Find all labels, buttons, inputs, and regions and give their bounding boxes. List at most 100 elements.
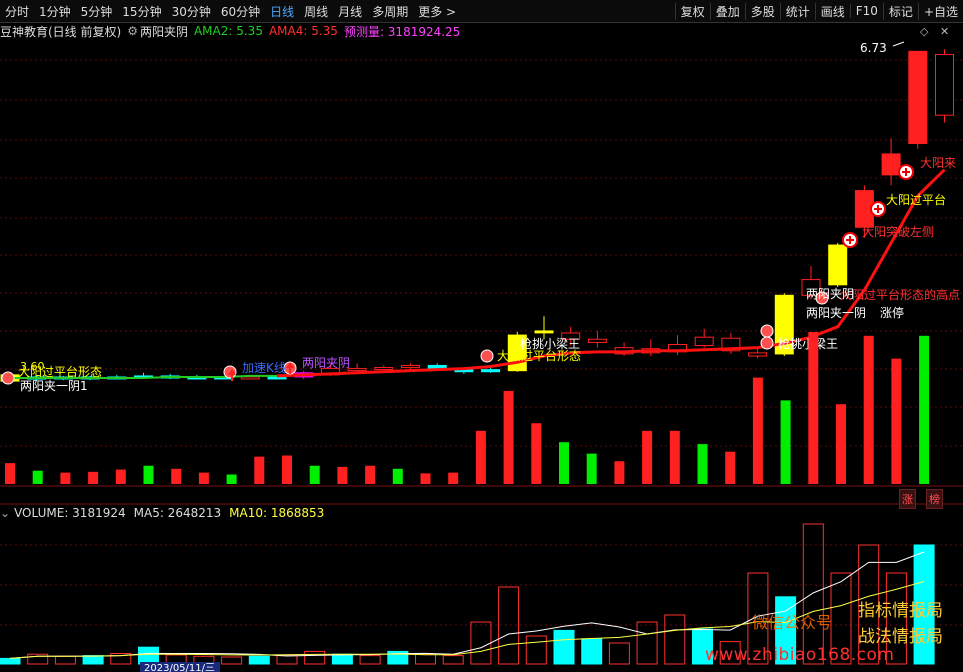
- lower-volume-bar-1: [27, 653, 49, 665]
- volume-bar-31: [863, 335, 874, 484]
- volume-bar-21: [586, 453, 597, 484]
- lower-volume-bar-15: [415, 653, 436, 665]
- candle-body-22: [587, 338, 607, 343]
- candle-body-14: [374, 367, 394, 371]
- ma5-value: MA5: 2648213: [133, 506, 222, 520]
- volume-bar-9: [254, 456, 265, 484]
- lower-volume-bar-17: [470, 621, 492, 665]
- volume-value: VOLUME: 3181924: [14, 506, 126, 520]
- lower-volume-bar-5: [138, 646, 159, 665]
- volume-bar-15: [420, 473, 431, 484]
- lower-volume-bar-9: [248, 655, 270, 665]
- lower-volume-bar-8: [221, 656, 243, 665]
- collapse-chevron-icon[interactable]: ⌄: [0, 506, 10, 520]
- volume-bar-17: [475, 430, 486, 484]
- volume-bar-12: [337, 466, 348, 484]
- watermark-line2b: 战法情报局: [858, 627, 943, 647]
- candle-body-9: [240, 376, 260, 380]
- lower-volume-bar-3: [82, 655, 104, 665]
- volume-bar-19: [531, 423, 542, 484]
- volume-bar-27: [752, 377, 763, 484]
- volume-bar-13: [365, 465, 376, 484]
- volume-bar-10: [282, 455, 292, 484]
- signal-marker-icon-3: [760, 336, 774, 350]
- lower-volume-bar-19: [525, 635, 547, 665]
- volume-bar-32: [891, 358, 902, 484]
- signal-annotation-1: 两阳夹一阴1: [20, 379, 88, 393]
- candle-body-18: [481, 369, 501, 373]
- lower-volume-bar-13: [359, 655, 381, 665]
- signal-annotation-8: 两阳夹阴: [806, 287, 854, 301]
- signal-annotation-11: 大阳突破左侧: [862, 224, 934, 239]
- volume-bar-24: [669, 430, 680, 484]
- volume-bar-23: [642, 430, 653, 484]
- lower-volume-bar-11: [304, 650, 326, 665]
- volume-bar-22: [614, 461, 625, 484]
- volume-bar-28: [780, 400, 791, 484]
- watermark-wechat: 微信公众号: [752, 613, 833, 632]
- candle-body-31: [828, 244, 848, 286]
- volume-bar-25: [697, 444, 708, 484]
- candle-body-10: [267, 376, 287, 380]
- candlestick-chart[interactable]: 6.733.60大阳过平台形态两阳夹一阴1加速K线 两阳夹阴 大阳过平台形态枪挑小梁…: [0, 0, 963, 672]
- candle-body-34: [908, 50, 928, 144]
- lower-volume-bar-12: [331, 653, 353, 665]
- volume-bar-6: [171, 468, 182, 484]
- volume-bar-11: [309, 465, 320, 484]
- volume-bar-8: [226, 474, 237, 484]
- signal-annotation-3: 两阳夹阴: [302, 356, 350, 370]
- lower-volume-bar-21: [581, 638, 603, 665]
- signal-marker-icon-0: [1, 371, 15, 385]
- candle-body-33: [881, 153, 901, 176]
- date-label: 2023/05/11/三: [144, 663, 215, 672]
- signal-annotation-2: 加速K线: [242, 361, 286, 375]
- signal-annotation-13: 大阳来: [920, 156, 956, 170]
- high-price-pointer: [892, 41, 905, 47]
- signal-annotation-12: 大阳过平台: [886, 192, 946, 207]
- signal-annotation-0: 大阳过平台形态: [18, 364, 102, 379]
- candle-body-13: [347, 368, 367, 372]
- volume-bar-33: [919, 335, 930, 484]
- volume-bar-20: [559, 442, 569, 484]
- signal-annotation-5: 枪挑小梁王: [520, 336, 580, 351]
- watermark-line2a: 指标情报局: [858, 601, 943, 621]
- volume-bar-30: [836, 404, 846, 484]
- lower-volume-bar-20: [553, 629, 575, 665]
- signal-annotation-7: 枪挑小梁王: [778, 336, 838, 351]
- volume-info-bar: ⌄ VOLUME: 3181924 MA5: 2648213 MA10: 186…: [0, 505, 963, 521]
- lower-volume-bar-24: [664, 614, 686, 665]
- volume-bar-14: [392, 468, 403, 484]
- volume-bar-29: [808, 332, 819, 484]
- signal-annotation-6: 大阳过平台形态的高点: [840, 287, 960, 302]
- signal-annotation-10: 两阳夹一阴: [806, 306, 866, 320]
- volume-bar-26: [725, 451, 736, 484]
- ma10-value: MA10: 1868853: [229, 506, 325, 520]
- candle-body-15: [401, 364, 420, 369]
- ranking-badge[interactable]: 榜: [926, 489, 943, 509]
- signal-marker-icon-1: [480, 349, 494, 363]
- limit-up-badge[interactable]: 涨: [899, 489, 916, 509]
- volume-bar-18: [503, 390, 514, 484]
- watermark-url: www.zhibiao168.com: [705, 645, 895, 665]
- lower-volume-bar-2: [54, 655, 76, 665]
- volume-bar-16: [448, 472, 459, 484]
- lower-volume-bar-22: [608, 642, 630, 665]
- volume-bar-0: [5, 463, 15, 484]
- volume-bar-2: [60, 472, 71, 484]
- volume-bar-4: [115, 469, 126, 484]
- lower-volume-bar-0: [0, 657, 21, 665]
- candle-body-26: [694, 336, 714, 347]
- volume-bar-7: [198, 472, 209, 484]
- volume-bar-1: [32, 470, 43, 484]
- high-price-label: 6.73: [860, 41, 887, 55]
- lower-volume-bar-23: [636, 621, 658, 665]
- volume-bar-5: [143, 465, 154, 484]
- signal-annotation-9: 涨停: [880, 305, 904, 320]
- lower-volume-bar-10: [276, 655, 298, 665]
- candle-body-20: [534, 330, 554, 334]
- volume-bar-3: [88, 471, 99, 484]
- signal-marker-icon-2: [760, 324, 774, 338]
- candle-body-35: [935, 53, 954, 116]
- lower-volume-bar-16: [442, 655, 464, 665]
- candle-body-28: [748, 352, 768, 357]
